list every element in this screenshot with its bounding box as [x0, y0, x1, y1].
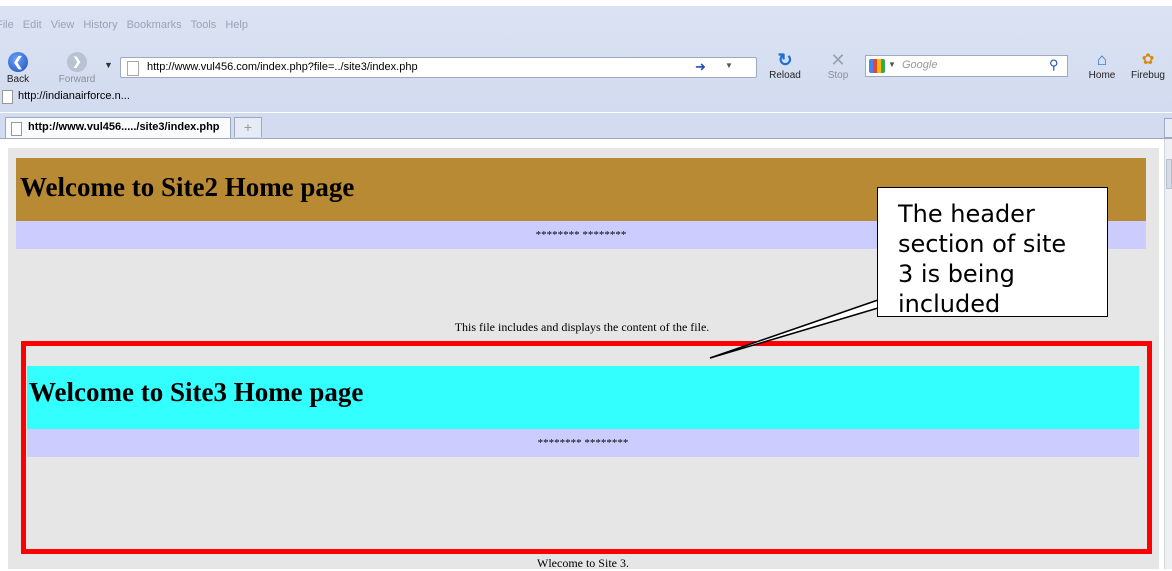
plus-icon: + [243, 119, 253, 135]
search-input[interactable]: Google [902, 59, 937, 71]
forward-label: Forward [58, 74, 96, 85]
search-engine-dropdown-icon[interactable]: ▼ [888, 60, 896, 69]
search-bar[interactable]: ▼ Google ⚲ [865, 55, 1068, 77]
back-arrow-icon: ❮ [8, 52, 28, 72]
bookmark-item[interactable]: http://indianairforce.n... [18, 90, 130, 102]
back-label: Back [6, 74, 30, 85]
home-icon: ⌂ [1096, 50, 1108, 69]
magnifier-icon[interactable]: ⚲ [1049, 57, 1059, 73]
back-button[interactable]: ❮ Back [6, 52, 30, 85]
page-icon [127, 61, 139, 76]
stop-icon: ✕ [830, 50, 846, 70]
address-bar[interactable]: http://www.vul456.com/index.php?file=../… [120, 57, 757, 78]
go-arrow-icon[interactable]: ➜ [695, 59, 706, 75]
included-section-highlight [21, 341, 1152, 554]
address-input[interactable]: http://www.vul456.com/index.php?file=../… [147, 61, 418, 73]
menu-tools[interactable]: Tools [191, 19, 217, 31]
history-dropdown-icon[interactable]: ▼ [104, 60, 113, 70]
url-dropdown-icon[interactable]: ▼ [725, 61, 733, 70]
forward-arrow-icon: ❯ [67, 52, 87, 72]
scrollbar-thumb[interactable] [1166, 159, 1172, 189]
vertical-scrollbar[interactable] [1164, 139, 1172, 569]
tab-list-button[interactable] [1164, 118, 1172, 138]
home-button[interactable]: ⌂ Home [1085, 50, 1119, 81]
site2-title: Welcome to Site2 Home page [20, 172, 355, 202]
callout-line-3: 3 is being [898, 260, 1015, 288]
firebug-label: Firebug [1131, 70, 1165, 81]
tab-page-icon [11, 122, 22, 136]
menu-edit[interactable]: Edit [23, 19, 42, 31]
menu-file[interactable]: File [0, 19, 14, 31]
callout-pointer [709, 299, 900, 359]
new-tab-button[interactable]: + [234, 117, 262, 137]
menu-history[interactable]: History [83, 19, 117, 31]
menu-help[interactable]: Help [225, 19, 248, 31]
bookmark-page-icon [2, 90, 13, 104]
tab-active[interactable]: http://www.vul456...../site3/index.php [5, 117, 231, 138]
google-icon[interactable] [869, 59, 885, 73]
home-label: Home [1088, 70, 1116, 81]
stop-label: Stop [827, 70, 849, 81]
menu-view[interactable]: View [51, 19, 75, 31]
callout-line-1: The header [898, 200, 1035, 228]
menu-bookmarks[interactable]: Bookmarks [127, 19, 182, 31]
stop-button[interactable]: ✕ Stop [822, 50, 854, 81]
annotation-callout: The header section of site 3 is being in… [877, 187, 1108, 318]
tab-title: http://www.vul456...../site3/index.php [28, 121, 220, 133]
firebug-button[interactable]: ✿ Firebug [1124, 50, 1172, 81]
menu-bar: File Edit View History Bookmarks Tools Help [0, 19, 257, 39]
intro-text: This file includes and displays the cont… [454, 320, 710, 334]
reload-icon: ↻ [777, 50, 793, 70]
callout-line-4: included [898, 290, 1001, 318]
firebug-icon: ✿ [1141, 51, 1155, 68]
forward-button[interactable]: ❯ Forward [55, 52, 99, 85]
reload-button[interactable]: ↻ Reload [765, 50, 805, 81]
callout-line-2: section of site [898, 230, 1067, 258]
reload-label: Reload [769, 70, 801, 81]
